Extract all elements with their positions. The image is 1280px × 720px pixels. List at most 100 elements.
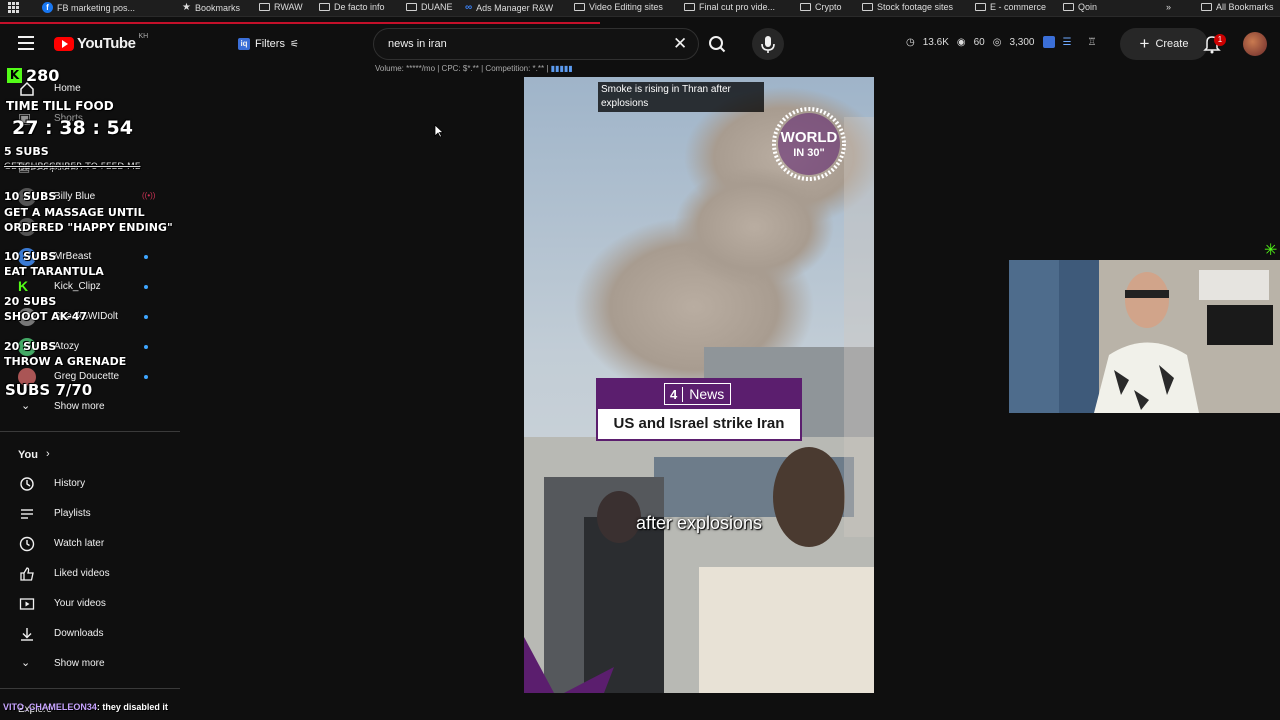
live-icon: ((•)) [142,191,156,200]
clock-icon: ◷ [906,36,915,48]
chevron-right-icon: › [46,448,50,460]
sidebar-item-liked-videos[interactable]: Liked videos [0,559,178,589]
create-button[interactable]: + Create [1120,28,1208,60]
bookmark-de-facto[interactable]: De facto info [319,2,385,12]
bookmark-duane[interactable]: DUANE [406,2,453,12]
bookmark-final-cut[interactable]: Final cut pro vide... [684,2,775,12]
show-more-you[interactable]: ⌄ Show more [0,649,178,679]
channel4-news-logo: 4 News [664,383,732,405]
bookmark-fb-marketing[interactable]: f FB marketing pos... [42,2,135,13]
bookmark-stock-footage[interactable]: Stock footage sites [862,2,953,12]
sparkle-icon: ✳ [1264,242,1278,259]
goal-subs: 20 SUBS [4,295,57,308]
youtube-play-icon [54,36,74,51]
bookmark-all-bookmarks[interactable]: All Bookmarks [1201,2,1274,12]
thumbs-up-icon [20,567,34,581]
folder-icon [406,3,417,11]
bookmarks-overflow-icon[interactable]: » [1166,2,1171,12]
goal-task: GET A MASSAGE UNTIL ORDERED "HAPPY ENDIN… [4,206,173,234]
vidiq-icon[interactable] [1042,36,1055,48]
clear-search-icon[interactable]: ✕ [673,34,687,54]
bookmark-ecommerce[interactable]: E - commerce [975,2,1046,12]
streamer-facecam [1009,260,1280,413]
kick-icon: K [18,278,29,294]
bookmark-qoin[interactable]: Qoin [1063,2,1097,12]
folder-icon [259,3,270,11]
seo-metrics-bar: Volume: *****/mo | CPC: $*.** | Competit… [375,64,573,73]
folder-icon [1201,3,1212,11]
folder-icon [800,3,811,11]
bookmark-bookmarks[interactable]: ★ Bookmarks [182,2,240,13]
countdown-timer: 27 : 38 : 54 [12,117,133,139]
kick-follower-count: K 280 [7,66,59,85]
bookmark-ads-manager[interactable]: ∞ Ads Manager R&W [465,2,553,13]
bookmark-rwaw[interactable]: RWAW [259,2,303,12]
divider [0,431,180,432]
goal-task: THROW A GRENADE [4,355,127,368]
folder-icon [975,3,986,11]
sidebar-you-header[interactable]: You › [0,440,178,470]
video-player[interactable]: Smoke is rising in Thran after explosion… [524,77,874,693]
filters-button[interactable]: iq Filters ⚟ [238,32,299,56]
youtube-logo[interactable]: YouTube KH [54,33,148,52]
folder-icon [1063,3,1074,11]
folder-icon [319,3,330,11]
download-icon [21,628,33,641]
goal-subs: 5 SUBS [4,145,49,158]
timer-title: TIME TILL FOOD [6,99,114,113]
vidiq-icon: iq [238,38,250,50]
search-box[interactable]: news in iran ✕ [373,28,699,60]
search-input[interactable]: news in iran [388,38,447,50]
star-icon: ★ [182,2,191,13]
chat-message: VITO_CHAMELEON34: they disabled it [3,702,168,712]
folder-icon [574,3,585,11]
notification-count-badge: 1 [1214,34,1226,46]
new-content-dot [144,345,148,349]
voice-search-button[interactable] [752,28,784,60]
facebook-icon: f [42,2,53,13]
new-content-dot [144,315,148,319]
microphone-icon [761,36,775,53]
meta-icon: ∞ [465,2,473,13]
facecam-frame [1009,260,1280,413]
watch-later-icon [19,536,35,552]
new-content-dot [144,255,148,259]
subs-progress: SUBS 7/70 [5,381,93,399]
folder-icon [862,3,873,11]
new-content-dot [144,375,148,379]
hamburger-menu-icon[interactable] [18,36,34,50]
your-videos-icon [19,598,35,610]
folder-icon [684,3,695,11]
bookmark-crypto[interactable]: Crypto [800,2,842,12]
video-top-caption: Smoke is rising in Thran after explosion… [598,82,764,112]
sidebar-item-your-videos[interactable]: Your videos [0,589,178,619]
news-headline: US and Israel strike Iran [598,409,800,439]
goal-task: EAT TARANTULA [4,265,104,278]
search-button[interactable] [699,28,737,60]
search-icon [709,36,726,53]
avatar[interactable] [1243,32,1267,56]
video-subtitle: after explosions [635,513,763,533]
sidebar-item-downloads[interactable]: Downloads [0,619,178,649]
list-icon[interactable]: ☰ [1063,37,1072,48]
goal-task: GET SUBSCRIBER TO FEED ME [4,162,141,172]
eye-icon: ◉ [956,36,966,48]
goal-task: SHOOT AK-47 [4,310,88,323]
history-icon [20,477,34,491]
trophy-icon[interactable]: ♖ [1087,37,1096,48]
goal-subs: 10 SUBS [4,250,57,263]
bookmark-video-editing[interactable]: Video Editing sites [574,2,663,12]
goal-subs: 10 SUBS [4,190,57,203]
apps-grid-icon[interactable] [8,2,19,13]
sidebar-item-playlists[interactable]: Playlists [0,499,178,529]
metrics-bar-graph-icon: ▮▮▮▮▮ [550,64,573,73]
sidebar-item-watch-later[interactable]: Watch later [0,529,178,559]
sliders-icon: ⚟ [289,38,299,50]
chevron-down-icon: ⌄ [21,400,31,412]
sidebar-item-history[interactable]: History [0,469,178,499]
playlists-icon [21,509,33,519]
goal-subs: 20 SUBS [4,340,57,353]
users-icon: ◎ [992,36,1002,48]
plus-icon: + [1139,34,1150,53]
page-load-progress [0,22,600,24]
